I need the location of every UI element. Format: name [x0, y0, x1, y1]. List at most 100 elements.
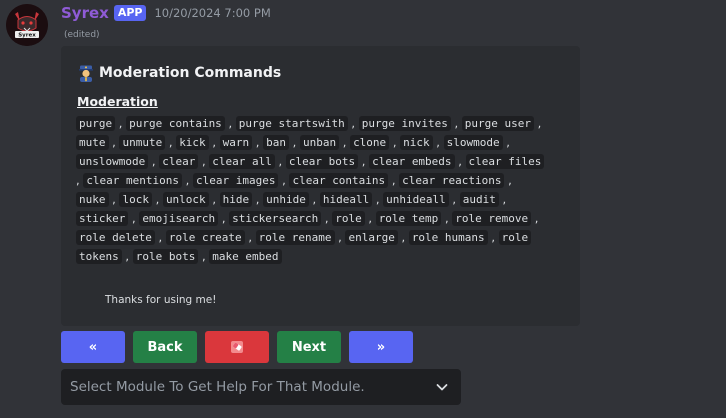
separator: ,	[151, 192, 163, 206]
command-code: unhideall	[383, 192, 449, 207]
command-code: clear files	[465, 154, 545, 169]
first-page-label: «	[88, 339, 98, 355]
separator: ,	[165, 135, 177, 149]
separator: ,	[388, 173, 400, 187]
separator: ,	[252, 192, 264, 206]
separator: ,	[498, 192, 507, 206]
command-code: role create	[165, 230, 245, 245]
command-code: purge invites	[358, 116, 451, 131]
separator: ,	[115, 116, 127, 130]
app-badge: APP	[113, 5, 147, 21]
separator: ,	[182, 173, 193, 187]
module-select[interactable]: Select Module To Get Help For That Modul…	[61, 369, 461, 405]
command-code: make embed	[209, 249, 282, 264]
command-code: lock	[119, 192, 152, 207]
username[interactable]: Syrex	[61, 4, 109, 22]
eraser-icon	[231, 341, 243, 353]
command-line: unslowmode , clear , clear all , clear b…	[76, 152, 566, 171]
command-code: purge contains	[126, 116, 225, 131]
separator: ,	[154, 230, 166, 244]
command-code: sticker	[76, 211, 129, 226]
command-line: mute , unmute , kick , warn , ban , unba…	[76, 133, 566, 152]
separator: ,	[224, 116, 236, 130]
separator: ,	[448, 192, 460, 206]
separator: ,	[364, 211, 376, 225]
command-code: mute	[76, 135, 109, 150]
back-label: Back	[147, 339, 183, 355]
command-code: ban	[263, 135, 289, 150]
command-code: purge startswith	[235, 116, 348, 131]
command-code: hide	[219, 192, 253, 207]
separator: ,	[198, 154, 210, 168]
command-code: nuke	[76, 192, 109, 207]
command-code: clear reactions	[399, 173, 505, 188]
embed-title: Moderation Commands	[77, 64, 281, 82]
separator: ,	[108, 192, 120, 206]
command-code: unlock	[162, 192, 209, 207]
separator: ,	[121, 249, 133, 263]
separator: ,	[289, 135, 300, 149]
command-code: warn	[219, 135, 253, 150]
wolf-avatar-icon: Syrex	[6, 4, 48, 46]
command-code: stickersearch	[229, 211, 322, 226]
separator: ,	[108, 135, 120, 149]
command-code: clear all	[209, 154, 275, 169]
command-code: role delete	[76, 230, 155, 245]
separator: ,	[218, 211, 230, 225]
command-code: role remove	[452, 211, 532, 226]
command-code: enlarge	[345, 230, 398, 245]
separator: ,	[531, 211, 539, 225]
command-list: purge , purge contains , purge startswit…	[76, 114, 566, 266]
separator: ,	[397, 230, 409, 244]
command-code: role temp	[375, 211, 442, 226]
separator: ,	[244, 230, 256, 244]
separator: ,	[321, 211, 333, 225]
delete-button[interactable]	[205, 331, 269, 363]
command-code: clear contains	[289, 173, 389, 188]
command-code: clone	[350, 135, 390, 150]
avatar-text: Syrex	[18, 33, 36, 39]
next-button[interactable]: Next	[277, 331, 341, 363]
separator: ,	[278, 173, 290, 187]
separator: ,	[252, 135, 264, 149]
separator: ,	[308, 192, 320, 206]
command-code: unban	[299, 135, 340, 150]
last-page-button[interactable]: »	[349, 331, 413, 363]
separator: ,	[534, 116, 542, 130]
separator: ,	[198, 249, 210, 263]
command-code: tokens	[76, 249, 122, 264]
message-header: Syrex APP 10/20/2024 7:00 PM	[61, 3, 271, 23]
command-line: , clear mentions , clear images , clear …	[76, 171, 566, 190]
command-code: role humans	[408, 230, 488, 245]
first-page-button[interactable]: «	[61, 331, 125, 363]
command-code: unslowmode	[76, 154, 149, 169]
command-code: clear bots	[285, 154, 359, 169]
command-code: clear embeds	[369, 154, 455, 169]
separator: ,	[487, 230, 499, 244]
command-line: sticker , emojisearch , stickersearch , …	[76, 209, 566, 228]
command-code: role bots	[132, 249, 199, 264]
separator: ,	[372, 192, 384, 206]
command-code: clear	[159, 154, 199, 169]
separator: ,	[502, 135, 510, 149]
embed-footer: Thanks for using me!	[105, 294, 217, 306]
separator: ,	[454, 154, 466, 168]
command-code: purge	[76, 116, 116, 131]
timestamp: 10/20/2024 7:00 PM	[154, 6, 271, 20]
command-code: unhide	[263, 192, 309, 207]
separator: ,	[347, 116, 359, 130]
command-code: role	[332, 211, 365, 226]
command-code: emojisearch	[139, 211, 219, 226]
chevron-down-icon	[436, 384, 448, 391]
command-code: role	[498, 230, 532, 245]
back-button[interactable]: Back	[133, 331, 197, 363]
separator: ,	[148, 154, 160, 168]
section-title: Moderation	[77, 94, 158, 109]
police-officer-icon	[79, 65, 93, 82]
next-label: Next	[291, 339, 327, 355]
command-code: hideall	[319, 192, 373, 207]
edited-label: (edited)	[64, 30, 100, 40]
avatar[interactable]: Syrex	[6, 4, 48, 46]
separator: ,	[208, 135, 220, 149]
separator: ,	[432, 135, 444, 149]
